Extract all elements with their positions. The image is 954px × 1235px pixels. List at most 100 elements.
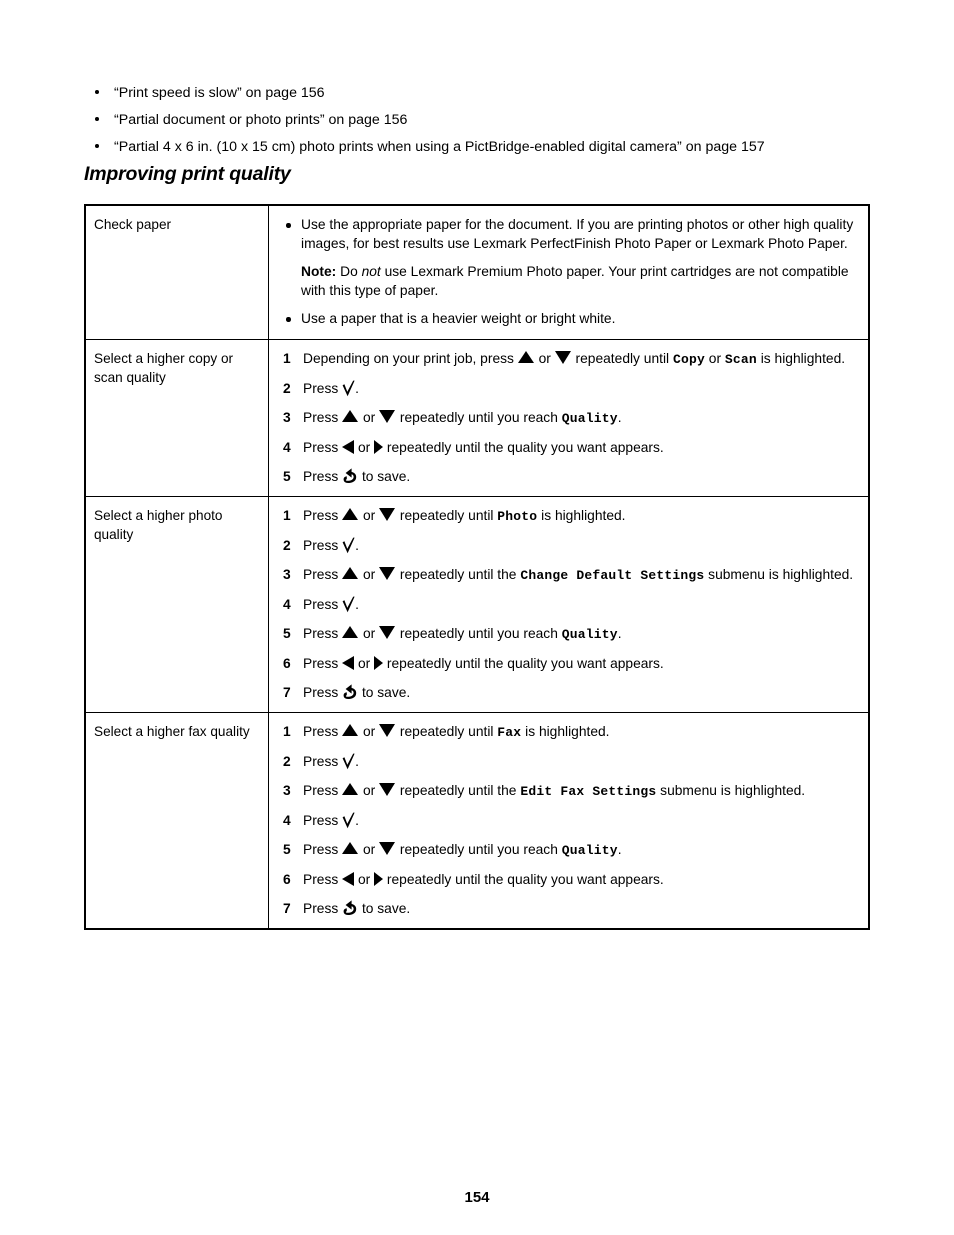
list-item: 3 Press or repeatedly until you reach Qu… xyxy=(283,408,856,428)
step-text: or xyxy=(359,410,380,425)
back-arrow-icon[interactable] xyxy=(342,468,358,485)
up-arrow-icon[interactable] xyxy=(342,626,359,639)
step-number: 4 xyxy=(283,813,291,828)
list-item: 1 Press or repeatedly until Photo is hig… xyxy=(283,506,856,526)
down-arrow-icon[interactable] xyxy=(554,351,572,364)
bullet-text: Use the appropriate paper for the docume… xyxy=(301,217,854,251)
step-number: 1 xyxy=(283,724,291,739)
list-item: 2 Press . xyxy=(283,752,856,771)
step-number: 4 xyxy=(283,440,291,455)
menu-item-photo: Photo xyxy=(497,509,538,524)
up-arrow-icon[interactable] xyxy=(342,508,359,521)
table-row: Check paper Use the appropriate paper fo… xyxy=(84,204,870,340)
step-text: repeatedly until xyxy=(396,724,498,739)
bullet-icon xyxy=(95,117,99,121)
step-text: or xyxy=(359,567,380,582)
step-text: Press xyxy=(303,656,343,671)
step-text: to save. xyxy=(358,901,411,916)
list-item: 4 Press . xyxy=(283,811,856,830)
step-number: 1 xyxy=(283,508,291,523)
list-item: 5 Press or repeatedly until you reach Qu… xyxy=(283,624,856,644)
step-text: repeatedly until you reach xyxy=(396,410,562,425)
checkmark-select-icon[interactable] xyxy=(342,380,355,397)
up-arrow-icon[interactable] xyxy=(517,351,535,364)
down-arrow-icon[interactable] xyxy=(379,842,396,855)
bullet-icon xyxy=(286,223,291,228)
table-row: Select a higher copy or scan quality 1 D… xyxy=(84,339,870,497)
step-text: Press xyxy=(303,813,343,828)
step-text: repeatedly until the xyxy=(396,567,521,582)
list-item: 4 Press or repeatedly until the quality … xyxy=(283,438,856,457)
down-arrow-icon[interactable] xyxy=(379,410,396,423)
step-text: to save. xyxy=(358,469,411,484)
step-text: repeatedly until the quality you want ap… xyxy=(383,656,664,671)
row-content-check-paper: Use the appropriate paper for the docume… xyxy=(268,204,870,340)
left-arrow-icon[interactable] xyxy=(342,440,355,455)
down-arrow-icon[interactable] xyxy=(379,724,396,737)
list-item: 3 Press or repeatedly until the Edit Fax… xyxy=(283,781,856,801)
bullet-icon xyxy=(286,317,291,322)
step-text: or xyxy=(704,351,725,366)
cross-reference-link[interactable]: “Partial document or photo prints” on pa… xyxy=(114,112,407,128)
cross-reference-link[interactable]: “Print speed is slow” on page 156 xyxy=(114,85,325,101)
row-content-fax-quality: 1 Press or repeatedly until Fax is highl… xyxy=(268,712,870,930)
back-arrow-icon[interactable] xyxy=(342,684,358,701)
step-number: 3 xyxy=(283,410,291,425)
list-item: 6 Press or repeatedly until the quality … xyxy=(283,870,856,889)
step-text: . xyxy=(617,626,622,641)
left-arrow-icon[interactable] xyxy=(342,872,355,887)
step-text: Press xyxy=(303,469,343,484)
right-arrow-icon[interactable] xyxy=(374,656,384,671)
list-item: 5 Press to save. xyxy=(283,467,856,486)
checkmark-select-icon[interactable] xyxy=(342,812,355,829)
back-arrow-icon[interactable] xyxy=(342,900,358,917)
down-arrow-icon[interactable] xyxy=(379,508,396,521)
up-arrow-icon[interactable] xyxy=(342,724,359,737)
step-number: 5 xyxy=(283,842,291,857)
page-title: Improving print quality xyxy=(84,163,291,185)
step-text: Press xyxy=(303,901,343,916)
menu-item-edit-fax-settings: Edit Fax Settings xyxy=(520,784,657,799)
step-text: Press xyxy=(303,410,343,425)
checkmark-select-icon[interactable] xyxy=(342,753,355,770)
list-item: “Partial document or photo prints” on pa… xyxy=(84,109,874,131)
step-number: 2 xyxy=(283,538,291,553)
step-text: Press xyxy=(303,381,343,396)
menu-item-fax: Fax xyxy=(497,725,522,740)
left-arrow-icon[interactable] xyxy=(342,656,355,671)
step-text: Press xyxy=(303,842,343,857)
step-text: submenu is highlighted. xyxy=(656,783,806,798)
down-arrow-icon[interactable] xyxy=(379,783,396,796)
row-label-check-paper: Check paper xyxy=(84,204,269,340)
checkmark-select-icon[interactable] xyxy=(342,537,355,554)
list-item: 1 Press or repeatedly until Fax is highl… xyxy=(283,722,856,742)
step-number: 7 xyxy=(283,901,291,916)
up-arrow-icon[interactable] xyxy=(342,567,359,580)
step-text: Press xyxy=(303,724,343,739)
step-text: Press xyxy=(303,754,343,769)
right-arrow-icon[interactable] xyxy=(374,440,384,455)
right-arrow-icon[interactable] xyxy=(374,872,384,887)
step-text: or xyxy=(359,842,380,857)
checkmark-select-icon[interactable] xyxy=(342,596,355,613)
step-text: repeatedly until the quality you want ap… xyxy=(383,440,664,455)
note-block: Note: Do not use Lexmark Premium Photo p… xyxy=(283,262,856,300)
step-text: . xyxy=(355,538,359,553)
cross-reference-link[interactable]: “Partial 4 x 6 in. (10 x 15 cm) photo pr… xyxy=(114,139,765,155)
step-text: or xyxy=(359,626,380,641)
up-arrow-icon[interactable] xyxy=(342,842,359,855)
step-number: 2 xyxy=(283,754,291,769)
row-label-fax-quality: Select a higher fax quality xyxy=(84,712,269,930)
step-text: or xyxy=(359,508,380,523)
step-text: is highlighted. xyxy=(756,351,846,366)
down-arrow-icon[interactable] xyxy=(379,626,396,639)
down-arrow-icon[interactable] xyxy=(379,567,396,580)
list-item: “Partial 4 x 6 in. (10 x 15 cm) photo pr… xyxy=(84,136,874,158)
up-arrow-icon[interactable] xyxy=(342,410,359,423)
up-arrow-icon[interactable] xyxy=(342,783,359,796)
bullet-text: Use a paper that is a heavier weight or … xyxy=(301,311,616,326)
note-label: Note: xyxy=(301,264,337,279)
step-text: . xyxy=(355,381,359,396)
step-text: Press xyxy=(303,783,343,798)
list-item: “Print speed is slow” on page 156 xyxy=(84,82,874,104)
